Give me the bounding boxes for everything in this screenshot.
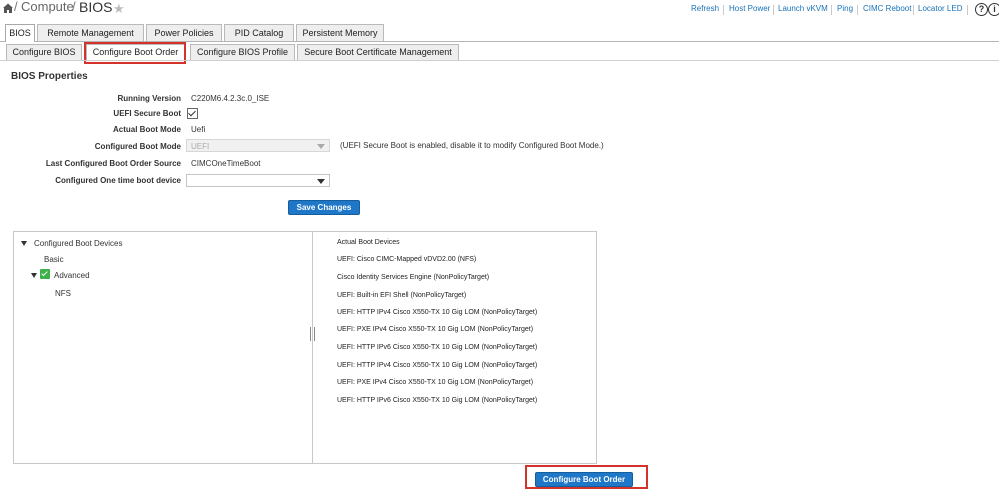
divider <box>967 5 968 15</box>
tab-bios[interactable]: BIOS <box>5 24 35 42</box>
actual-boot-mode-label: Actual Boot Mode <box>113 125 181 134</box>
divider <box>857 5 858 15</box>
tab-power-policies[interactable]: Power Policies <box>146 24 222 41</box>
tab-configure-bios-profile[interactable]: Configure BIOS Profile <box>190 44 295 61</box>
star-icon[interactable]: ★ <box>113 1 125 17</box>
tree-item-nfs[interactable]: NFS <box>55 289 71 298</box>
save-changes-button[interactable]: Save Changes <box>288 200 360 215</box>
cimc-reboot-link[interactable]: CIMC Reboot <box>863 4 911 13</box>
chevron-down-icon <box>317 179 325 184</box>
ping-link[interactable]: Ping <box>837 4 853 13</box>
boot-device-item[interactable]: Cisco Identity Services Engine (NonPolic… <box>337 274 489 281</box>
actual-boot-devices-header: Actual Boot Devices <box>337 239 400 246</box>
boot-device-item[interactable]: UEFI: PXE IPv4 Cisco X550-TX 10 Gig LOM … <box>337 326 533 333</box>
uefi-secure-boot-label: UEFI Secure Boot <box>113 109 181 118</box>
divider <box>773 5 774 15</box>
panel-divider <box>312 232 313 463</box>
tab-persistent-memory[interactable]: Persistent Memory <box>296 24 384 41</box>
divider <box>831 5 832 15</box>
host-power-link[interactable]: Host Power <box>729 4 770 13</box>
boot-device-item[interactable]: UEFI: Built-in EFI Shell (NonPolicyTarge… <box>337 292 466 299</box>
breadcrumb-compute[interactable]: Compute <box>21 0 74 14</box>
divider <box>723 5 724 15</box>
one-time-boot-select[interactable] <box>186 174 330 187</box>
boot-device-item[interactable]: UEFI: PXE IPv4 Cisco X550-TX 10 Gig LOM … <box>337 379 533 386</box>
actual-boot-mode-value: Uefi <box>191 125 206 134</box>
tab-pid-catalog[interactable]: PID Catalog <box>224 24 294 41</box>
section-title: BIOS Properties <box>11 71 88 82</box>
checkmark-icon <box>40 269 50 279</box>
configured-boot-mode-label: Configured Boot Mode <box>94 142 181 151</box>
configured-boot-mode-value: UEFI <box>191 142 210 151</box>
refresh-link[interactable]: Refresh <box>691 4 719 13</box>
boot-device-item[interactable]: UEFI: Cisco CIMC-Mapped vDVD2.00 (NFS) <box>337 256 476 263</box>
configured-boot-mode-hint: (UEFI Secure Boot is enabled, disable it… <box>340 141 604 150</box>
page-title: BIOS <box>79 0 113 15</box>
primary-tab-bar: BIOS Remote Management Power Policies PI… <box>0 23 999 42</box>
running-version-value: C220M6.4.2.3c.0_ISE <box>191 94 270 103</box>
boot-device-item[interactable]: UEFI: HTTP IPv4 Cisco X550-TX 10 Gig LOM… <box>337 362 537 369</box>
chevron-down-icon[interactable] <box>31 273 37 278</box>
boot-device-item[interactable]: UEFI: HTTP IPv6 Cisco X550-TX 10 Gig LOM… <box>337 397 537 404</box>
last-configured-source-value: CIMCOneTimeBoot <box>191 159 261 168</box>
uefi-secure-boot-checkbox[interactable] <box>187 108 198 119</box>
home-icon[interactable] <box>2 2 14 14</box>
help-icon[interactable]: ? <box>975 3 988 16</box>
running-version-label: Running Version <box>117 94 181 103</box>
chevron-down-icon[interactable] <box>21 241 27 246</box>
last-configured-source-label: Last Configured Boot Order Source <box>45 159 181 168</box>
configure-boot-order-button[interactable]: Configure Boot Order <box>535 472 633 487</box>
tree-item-basic[interactable]: Basic <box>44 255 64 264</box>
tab-divider <box>0 60 999 61</box>
info-icon[interactable]: i <box>988 3 999 16</box>
breadcrumb-separator: / <box>72 0 76 14</box>
tab-configure-bios[interactable]: Configure BIOS <box>6 44 82 61</box>
launch-vkvm-link[interactable]: Launch vKVM <box>778 4 828 13</box>
tab-secure-boot-certificate-management[interactable]: Secure Boot Certificate Management <box>297 44 459 61</box>
one-time-boot-label: Configured One time boot device <box>55 176 181 185</box>
divider <box>913 5 914 15</box>
splitter-handle[interactable] <box>310 327 315 341</box>
tab-remote-management[interactable]: Remote Management <box>37 24 144 41</box>
boot-device-item[interactable]: UEFI: HTTP IPv4 Cisco X550-TX 10 Gig LOM… <box>337 309 537 316</box>
chevron-down-icon <box>317 144 325 149</box>
breadcrumb-separator: / <box>14 0 18 14</box>
configured-boot-mode-select: UEFI <box>186 139 330 152</box>
locator-led-link[interactable]: Locator LED <box>918 4 962 13</box>
tree-item-advanced[interactable]: Advanced <box>54 271 90 280</box>
boot-device-item[interactable]: UEFI: HTTP IPv6 Cisco X550-TX 10 Gig LOM… <box>337 344 537 351</box>
configured-boot-devices-root[interactable]: Configured Boot Devices <box>34 239 123 248</box>
